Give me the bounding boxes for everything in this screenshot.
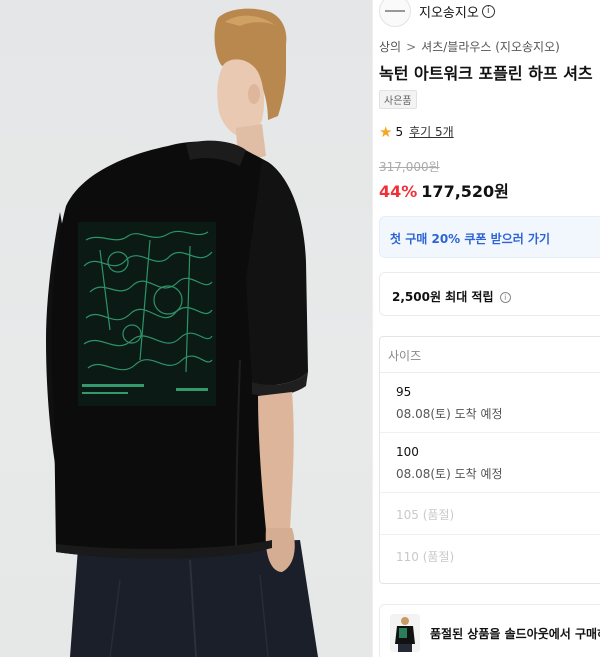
discount-rate: 44% (379, 182, 418, 201)
brand-header[interactable]: 지오송지오 i (379, 0, 495, 28)
size-option-name: 105 (품절) (396, 508, 455, 522)
brand-logo[interactable] (379, 0, 411, 27)
size-option-name: 110 (품절) (396, 550, 455, 564)
star-icon: ★ (379, 122, 393, 141)
breadcrumb-level2[interactable]: 셔츠/블라우스 (지오송지오) (421, 40, 560, 54)
info-icon[interactable]: i (499, 292, 511, 303)
info-icon[interactable]: i (481, 4, 495, 18)
size-select-placeholder[interactable]: 사이즈 (380, 337, 600, 373)
model-illustration (46, 8, 318, 657)
soldout-banner[interactable]: 품절된 상품을 솔드아웃에서 구매하 (379, 604, 600, 657)
original-price: 317,000원 (379, 160, 440, 174)
coupon-button[interactable]: 첫 구매 20% 쿠폰 받으러 가기 (379, 216, 600, 258)
soldout-label: 품절된 상품을 솔드아웃에서 구매하 (430, 627, 600, 641)
size-option-delivery: 08.08(토) 도착 예정 (396, 467, 503, 481)
product-info-panel: 지오송지오 i 상의 > 셔츠/블라우스 (지오송지오) 녹턴 아트워크 포플린 하… (373, 0, 600, 657)
size-option-100[interactable]: 100 08.08(토) 도착 예정 (380, 433, 600, 493)
size-option-name: 95 (396, 385, 412, 399)
size-option-delivery: 08.08(토) 도착 예정 (396, 407, 503, 421)
review-link[interactable]: 후기 5개 (409, 123, 454, 140)
size-option-105: 105 (품절) (380, 493, 600, 535)
brand-name[interactable]: 지오송지오 (419, 2, 479, 21)
points-info[interactable]: 2,500원 최대 적립 i (379, 272, 600, 316)
product-title: 녹턴 아트워크 포플린 하프 셔츠 (379, 64, 593, 83)
price-row: 44% 177,520원 (379, 178, 509, 202)
size-dropdown[interactable]: 사이즈 95 08.08(토) 도착 예정 100 08.08(토) 도착 예정… (379, 336, 600, 584)
size-option-110: 110 (품절) (380, 535, 600, 577)
chevron-right-icon: > (406, 40, 417, 54)
gift-badge: 사은품 (379, 90, 417, 109)
size-option-95[interactable]: 95 08.08(토) 도착 예정 (380, 373, 600, 433)
rating-value: 5 (395, 124, 404, 139)
sale-price: 177,520원 (421, 182, 509, 201)
soldout-thumbnail (390, 614, 420, 652)
product-main-image[interactable] (0, 0, 372, 657)
size-option-name: 100 (396, 445, 419, 459)
breadcrumb-level1[interactable]: 상의 (379, 40, 401, 54)
points-label: 2,500원 최대 적립 i (392, 288, 511, 305)
coupon-label: 첫 구매 20% 쿠폰 받으러 가기 (390, 232, 551, 246)
rating-row: ★ 5 후기 5개 (379, 123, 454, 140)
breadcrumb: 상의 > 셔츠/블라우스 (지오송지오) (379, 38, 560, 55)
